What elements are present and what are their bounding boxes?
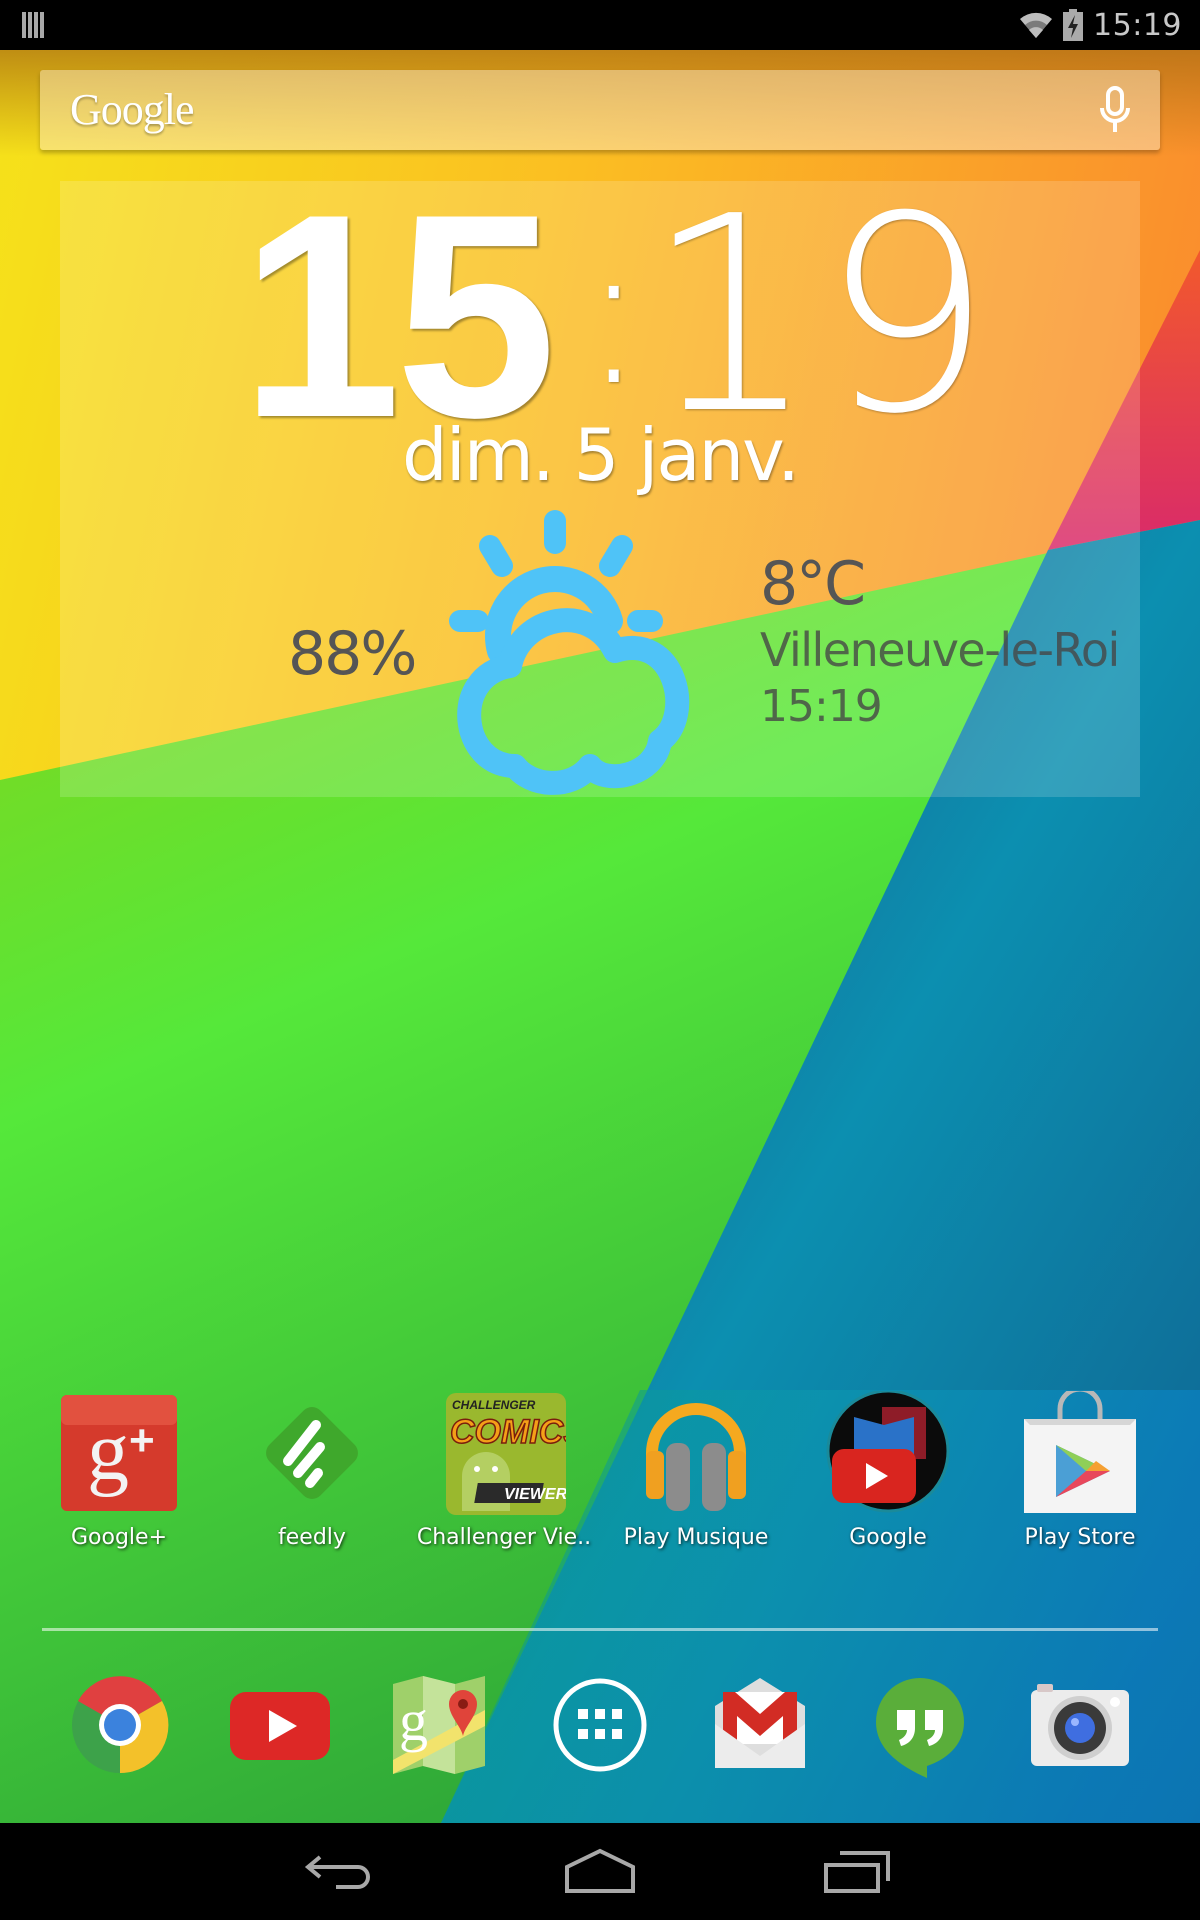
play-music-icon: [646, 1403, 746, 1511]
humidity-label: 88%: [288, 619, 417, 689]
app-label: Google: [849, 1525, 927, 1550]
dock: g: [0, 1670, 1200, 1790]
date-label: dim. 5 janv.: [402, 413, 800, 497]
dock-divider: [42, 1628, 1158, 1631]
temperature-label: 8°C: [760, 549, 866, 619]
google-folder-icon: [826, 1391, 950, 1513]
google-plus-icon: g +: [61, 1395, 177, 1511]
back-icon[interactable]: [298, 1843, 388, 1899]
feedly-icon: [266, 1407, 358, 1499]
challenger-comics-icon: CHALLENGER COMICS VIEWER: [446, 1393, 566, 1515]
svg-text:g: g: [87, 1405, 129, 1498]
recents-icon[interactable]: [812, 1843, 902, 1899]
app-label: Challenger Vie..: [416, 1525, 592, 1550]
app-feedly[interactable]: feedly: [216, 1385, 408, 1560]
play-store-icon: [1024, 1391, 1136, 1513]
home-icon[interactable]: [555, 1843, 645, 1899]
app-play-music[interactable]: Play Musique: [600, 1385, 792, 1560]
maps-icon[interactable]: g: [385, 1670, 495, 1780]
google-search-bar[interactable]: Google: [40, 70, 1160, 150]
location-label: Villeneuve-le-Roi: [760, 623, 1120, 677]
status-indicators: 15:19: [1019, 6, 1182, 44]
home-app-row: g + Google+ feedly CHALLENGER COMICS VIE…: [0, 1385, 1200, 1560]
svg-text:VIEWER: VIEWER: [504, 1486, 566, 1503]
svg-text:CHALLENGER: CHALLENGER: [452, 1398, 536, 1412]
google-logo[interactable]: Google: [70, 84, 195, 135]
clock-hours: 15: [240, 154, 557, 478]
status-bar[interactable]: 15:19: [0, 0, 1200, 50]
clock-separator: :: [580, 197, 648, 430]
partly-cloudy-icon: [449, 510, 690, 795]
app-google-plus[interactable]: g + Google+: [23, 1385, 215, 1560]
app-label: feedly: [278, 1525, 346, 1550]
camera-icon[interactable]: [1025, 1670, 1135, 1780]
weather-updated-time: 15:19: [760, 681, 883, 732]
chrome-icon[interactable]: [65, 1670, 175, 1780]
wifi-icon: [1020, 12, 1053, 39]
app-label: Google+: [70, 1525, 167, 1550]
clock-weather-widget[interactable]: 15 : 19 dim. 5 janv. 88% 8°C Villeneuve-…: [60, 154, 1140, 797]
app-google-folder[interactable]: Google: [792, 1385, 984, 1560]
svg-text:+: +: [129, 1416, 155, 1465]
svg-text:g: g: [399, 1688, 428, 1753]
app-play-store[interactable]: Play Store: [984, 1385, 1176, 1560]
app-label: Play Musique: [623, 1525, 769, 1550]
hangouts-icon[interactable]: [865, 1670, 975, 1780]
app-challenger-comics[interactable]: CHALLENGER COMICS VIEWER Challenger Vie.…: [408, 1385, 600, 1560]
navigation-bar: [0, 1823, 1200, 1920]
youtube-icon[interactable]: [225, 1670, 335, 1780]
battery-charging-icon: [1063, 9, 1084, 41]
gmail-icon[interactable]: [705, 1670, 815, 1780]
notification-icon: [22, 12, 46, 38]
app-label: Play Store: [1024, 1525, 1136, 1550]
status-clock: 15:19: [1093, 7, 1182, 43]
svg-text:COMICS: COMICS: [450, 1413, 566, 1451]
app-drawer-icon[interactable]: [545, 1670, 655, 1780]
mic-icon[interactable]: [1098, 86, 1132, 134]
clock-minutes: 19: [645, 158, 997, 473]
